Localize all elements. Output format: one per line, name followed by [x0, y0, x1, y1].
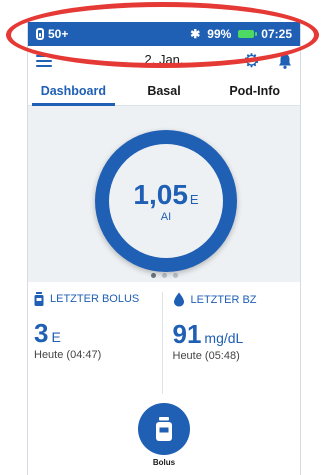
bluetooth-icon: ✱ [190, 27, 201, 41]
menu-icon[interactable] [36, 55, 52, 67]
blood-drop-icon [173, 292, 184, 307]
insulin-on-board-panel[interactable]: 1,05 E AI [28, 106, 300, 272]
app-screen: 50+ ✱ 99% 07:25 2. Jan. ⚙ Dashboard Basa… [27, 22, 301, 475]
bell-icon[interactable] [278, 53, 292, 69]
insulin-on-board-value: 1,05 [133, 179, 188, 210]
tab-dashboard[interactable]: Dashboard [28, 78, 119, 106]
last-bolus-title: LETZTER BOLUS [50, 293, 140, 305]
tab-bar: Dashboard Basal Pod-Info [28, 78, 300, 106]
last-bolus-value: 3 [34, 318, 49, 348]
bolus-button[interactable] [138, 403, 190, 455]
pod-reservoir-value: 50+ [48, 27, 69, 41]
last-bolus-time: Heute (04:47) [34, 349, 102, 361]
battery-icon [238, 30, 258, 38]
battery-percent: 99% [207, 27, 232, 41]
gear-icon[interactable]: ⚙ [243, 52, 260, 71]
insulin-vial-icon [34, 292, 44, 306]
last-bg-card: LETZTER BZ 91 mg/dL Heute (05:48) [161, 292, 301, 394]
tab-basal[interactable]: Basal [119, 78, 210, 105]
app-header: 2. Jan. ⚙ [28, 46, 300, 76]
insulin-gauge: 1,05 E AI [95, 130, 237, 272]
last-bg-time: Heute (05:48) [172, 350, 240, 362]
last-bg-unit: mg/dL [204, 330, 244, 346]
status-time: 07:25 [261, 27, 292, 41]
last-bg-value: 91 [172, 319, 202, 349]
bolus-button-label[interactable]: Bolus [28, 458, 300, 467]
last-bolus-card: LETZTER BOLUS 3 E Heute (04:47) [28, 292, 162, 394]
pod-reservoir-icon [36, 28, 44, 40]
last-bolus-unit: E [51, 329, 61, 345]
summary-section: LETZTER BOLUS 3 E Heute (04:47) LETZTER … [28, 282, 300, 394]
tab-pod-info[interactable]: Pod-Info [209, 78, 300, 105]
insulin-vial-icon [156, 417, 172, 441]
status-bar: 50+ ✱ 99% 07:25 [28, 22, 300, 46]
carousel-dot[interactable] [150, 272, 156, 278]
carousel-dot[interactable] [172, 272, 178, 278]
insulin-on-board-unit: E [189, 192, 199, 207]
carousel-dot[interactable] [161, 272, 167, 278]
last-bg-title: LETZTER BZ [190, 293, 257, 306]
insulin-on-board-label: AI [160, 211, 172, 223]
